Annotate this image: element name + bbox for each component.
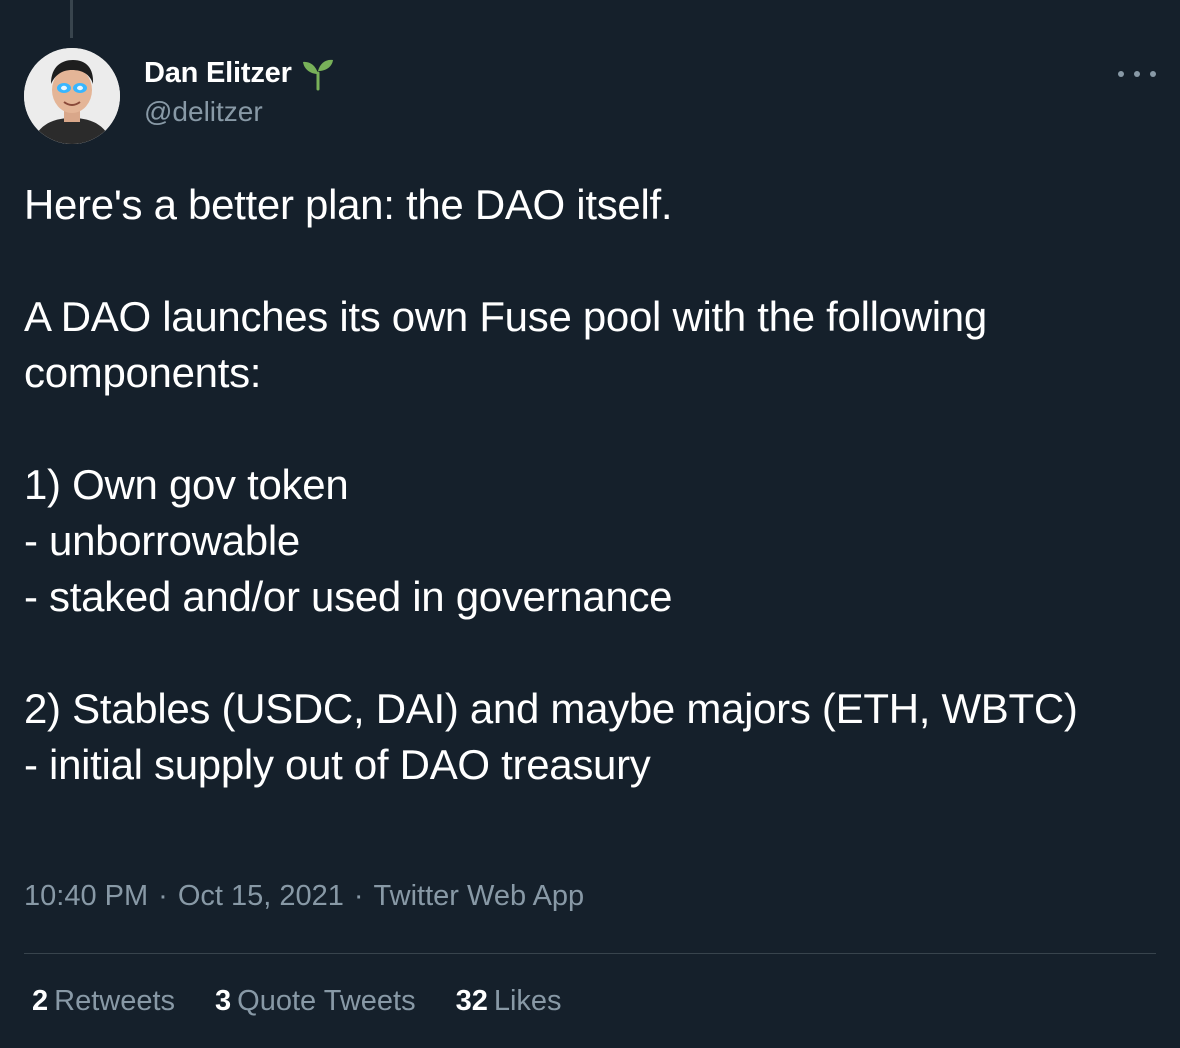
retweets-count: 2 [32, 985, 49, 1017]
likes-label: Likes [493, 985, 562, 1017]
tweet-source[interactable]: Twitter Web App [374, 880, 585, 913]
avatar[interactable] [24, 48, 120, 144]
meta-separator: · [158, 880, 168, 912]
tweet-paragraph: Here's a better plan: the DAO itself. [24, 181, 673, 228]
thread-connector-line [70, 0, 73, 38]
author-display-name[interactable]: Dan Elitzer [144, 57, 292, 90]
retweets-label: Retweets [54, 985, 176, 1017]
more-options-button[interactable] [1118, 62, 1156, 86]
tweet-metadata: 10:40 PM · Oct 15, 2021 · Twitter Web Ap… [24, 880, 584, 913]
engagement-stats: 2 Retweets 3 Quote Tweets 32 Likes [32, 985, 602, 1018]
likes-stat[interactable]: 32 Likes [456, 985, 562, 1018]
quote-tweets-label: Quote Tweets [237, 985, 416, 1017]
tweet-time[interactable]: 10:40 PM [24, 880, 148, 913]
tweet-date[interactable]: Oct 15, 2021 [178, 880, 344, 913]
tweet-text: Here's a better plan: the DAO itself. A … [24, 177, 1144, 793]
quote-tweets-stat[interactable]: 3 Quote Tweets [215, 985, 416, 1018]
author-handle[interactable]: @delitzer [144, 96, 336, 128]
tweet-paragraph: A DAO launches its own Fuse pool with th… [24, 293, 987, 396]
divider [24, 953, 1156, 954]
tweet-author: Dan Elitzer @delitzer [144, 54, 336, 128]
sprout-icon [302, 59, 333, 91]
retweets-stat[interactable]: 2 Retweets [32, 985, 175, 1018]
tweet-paragraph: 2) Stables (USDC, DAI) and maybe majors … [24, 685, 1078, 788]
likes-count: 32 [455, 985, 488, 1017]
meta-separator: · [353, 880, 364, 912]
author-name-row: Dan Elitzer [144, 54, 336, 92]
quote-tweets-count: 3 [215, 985, 232, 1017]
profile-photo [24, 48, 120, 144]
tweet-paragraph: 1) Own gov token - unborrowable - staked… [24, 461, 673, 620]
ellipsis-icon [1118, 71, 1124, 77]
